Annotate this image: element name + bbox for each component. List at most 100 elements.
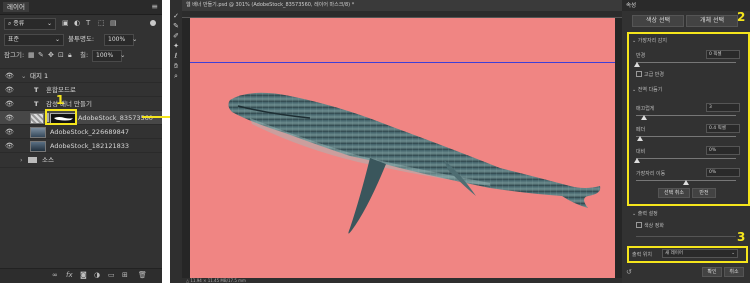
layer-stock-2[interactable]: 👁︎ AdobeStock_226689847 bbox=[0, 124, 162, 139]
lock-label: 잠그기: bbox=[4, 51, 25, 59]
properties-tab[interactable]: 속성 bbox=[626, 1, 636, 9]
feather-input[interactable]: 0.4 픽셀 bbox=[706, 124, 740, 133]
chevron-down-icon[interactable]: ⌄ bbox=[132, 32, 137, 46]
kind-select[interactable]: ⌕ 종류 ⌄ bbox=[4, 18, 56, 30]
new-layer-icon[interactable]: ⊞ bbox=[122, 271, 128, 279]
layer-name: 대지 1 bbox=[30, 72, 49, 80]
global-refine-section[interactable]: ⌄ 전역 다듬기 bbox=[632, 86, 662, 93]
whale-image bbox=[228, 92, 601, 234]
radius-input[interactable]: 0 픽셀 bbox=[706, 50, 740, 59]
lock-move-icon[interactable]: ✥ bbox=[48, 48, 54, 62]
output-to-label: 출력 위치 bbox=[632, 252, 652, 258]
type-layer-icon: T bbox=[34, 86, 39, 94]
clear-selection-button[interactable]: 선택 취소 bbox=[658, 188, 690, 198]
fx-icon[interactable]: fx bbox=[66, 271, 73, 279]
smooth-slider[interactable] bbox=[636, 115, 736, 116]
layer-group-source[interactable]: › 소스 bbox=[0, 152, 162, 168]
shape-filter-icon[interactable]: ⬚ bbox=[98, 16, 105, 30]
opacity-label: 불투명도: bbox=[68, 35, 95, 43]
zoom-icon[interactable]: ⌕ bbox=[172, 72, 180, 80]
radius-slider[interactable] bbox=[636, 62, 736, 63]
callout-3: 3 bbox=[737, 230, 746, 244]
output-section[interactable]: ⌄ 출력 설정 bbox=[632, 210, 658, 217]
layer-name: AdobeStock_182121833 bbox=[50, 142, 130, 150]
visibility-eye-icon[interactable]: 👁︎ bbox=[5, 111, 14, 125]
contrast-slider[interactable] bbox=[636, 158, 736, 159]
document-window: 웹 배너 만들기.psd @ 301% (AdobeStock_83573560… bbox=[182, 0, 622, 283]
decontaminate-checkbox[interactable] bbox=[636, 222, 642, 228]
feather-slider[interactable] bbox=[636, 136, 736, 137]
shift-edge-input[interactable]: 0% bbox=[706, 168, 740, 177]
adjustment-filter-icon[interactable]: ◐ bbox=[74, 16, 80, 30]
decontaminate-amount-slider[interactable] bbox=[636, 236, 736, 237]
smart-radius-label: 고급 반경 bbox=[644, 72, 664, 78]
ok-button[interactable]: 확인 bbox=[702, 267, 722, 277]
chevron-right-icon[interactable]: › bbox=[20, 153, 23, 167]
cancel-button[interactable]: 취소 bbox=[724, 267, 744, 277]
object-select-icon[interactable]: ✦ bbox=[172, 42, 180, 50]
edge-detect-section[interactable]: ⌄ 가장자리 감지 bbox=[632, 37, 667, 44]
lock-transparency-icon[interactable]: ▦ bbox=[28, 48, 35, 62]
smart-radius-checkbox[interactable] bbox=[636, 71, 642, 77]
tools-toolbar: ✓ ✎ ✐ ✦ ℓ ✋︎ ⌕ bbox=[170, 0, 182, 283]
layer-thumbnail[interactable] bbox=[30, 141, 46, 152]
blend-mode-select[interactable]: 표준 ⌄ bbox=[4, 34, 64, 46]
layer-type-1[interactable]: 👁︎ T 혼합모드로 bbox=[0, 82, 162, 97]
chevron-down-icon[interactable]: ⌄ bbox=[120, 48, 125, 62]
layer-thumbnail[interactable] bbox=[30, 113, 44, 124]
shift-edge-slider-knob[interactable] bbox=[683, 180, 689, 185]
filter-toggle-icon[interactable] bbox=[150, 20, 156, 26]
visibility-eye-icon[interactable]: 👁︎ bbox=[5, 125, 14, 139]
radius-slider-knob[interactable] bbox=[634, 62, 640, 67]
highlight-mask-thumbnail bbox=[45, 109, 77, 125]
layer-stock-3[interactable]: 👁︎ AdobeStock_182121833 bbox=[0, 138, 162, 153]
edge-detect-label: 가장자리 감지 bbox=[637, 38, 667, 44]
type-filter-icon[interactable]: T bbox=[86, 16, 90, 30]
color-select-button[interactable]: 색상 선택 bbox=[632, 15, 684, 27]
fill-input[interactable]: 100% bbox=[92, 50, 122, 62]
hand-icon[interactable]: ✋︎ bbox=[172, 62, 180, 70]
status-text: △ 11.94 × 11.45 MB/17.5 mm bbox=[186, 278, 246, 283]
smooth-input[interactable]: 3 bbox=[706, 103, 740, 112]
output-to-select[interactable]: 새 레이어 ⌄ bbox=[662, 249, 738, 258]
feather-slider-knob[interactable] bbox=[637, 136, 643, 141]
adjustment-layer-icon[interactable]: ◑ bbox=[94, 271, 100, 279]
reset-icon[interactable]: ↺ bbox=[626, 268, 632, 276]
add-mask-icon[interactable]: ◙ bbox=[80, 271, 87, 279]
invert-button[interactable]: 반전 bbox=[692, 188, 716, 198]
new-group-icon[interactable]: ▭ bbox=[108, 271, 115, 279]
smart-object-filter-icon[interactable]: ▤ bbox=[110, 16, 117, 30]
chevron-down-icon[interactable]: ⌄ bbox=[21, 69, 26, 83]
lasso-icon[interactable]: ℓ bbox=[172, 52, 180, 60]
brush-icon[interactable]: ✎ bbox=[172, 22, 180, 30]
layer-type-2[interactable]: 👁︎ T 감성 배너 만들기 bbox=[0, 96, 162, 111]
link-layers-icon[interactable]: ∞ bbox=[52, 271, 58, 279]
refine-brush-icon[interactable]: ✓ bbox=[172, 12, 180, 20]
canvas[interactable] bbox=[190, 18, 615, 280]
document-tab[interactable]: 웹 배너 만들기.psd @ 301% (AdobeStock_83573560… bbox=[182, 0, 622, 11]
contrast-slider-knob[interactable] bbox=[634, 158, 640, 163]
lock-artboard-icon[interactable]: ⊡ bbox=[58, 48, 64, 62]
object-select-button[interactable]: 개체 선택 bbox=[686, 15, 738, 27]
contrast-input[interactable]: 0% bbox=[706, 146, 740, 155]
layer-whale-selected[interactable]: 👁︎ AdobeStock_83573560 bbox=[0, 110, 162, 125]
smooth-slider-knob[interactable] bbox=[641, 115, 647, 120]
trash-icon[interactable]: 🗑︎ bbox=[138, 271, 147, 279]
lock-all-icon[interactable]: 🔒︎ bbox=[68, 48, 72, 62]
visibility-eye-icon[interactable]: 👁︎ bbox=[5, 139, 14, 153]
visibility-eye-icon[interactable]: 👁︎ bbox=[5, 69, 14, 83]
layer-thumbnail[interactable] bbox=[30, 127, 46, 138]
panel-menu-icon[interactable]: ≡ bbox=[151, 2, 158, 12]
quick-select-icon[interactable]: ✐ bbox=[172, 32, 180, 40]
lock-brush-icon[interactable]: ✎ bbox=[38, 48, 44, 62]
layers-tab[interactable]: 레이어 bbox=[3, 2, 29, 12]
visibility-eye-icon[interactable]: 👁︎ bbox=[5, 83, 14, 97]
pixel-filter-icon[interactable]: ▣ bbox=[62, 16, 69, 30]
guide-line[interactable] bbox=[190, 62, 615, 63]
visibility-eye-icon[interactable]: 👁︎ bbox=[5, 97, 14, 111]
layer-filter-row: ⌕ 종류 ⌄ ▣ ◐ T ⬚ ▤ bbox=[0, 16, 162, 30]
radius-label: 반경 bbox=[636, 53, 646, 59]
opacity-input[interactable]: 100% bbox=[104, 34, 134, 46]
layer-artboard[interactable]: 👁︎ ⌄ 대지 1 bbox=[0, 68, 162, 83]
layer-name: AdobeStock_226689847 bbox=[50, 128, 130, 136]
